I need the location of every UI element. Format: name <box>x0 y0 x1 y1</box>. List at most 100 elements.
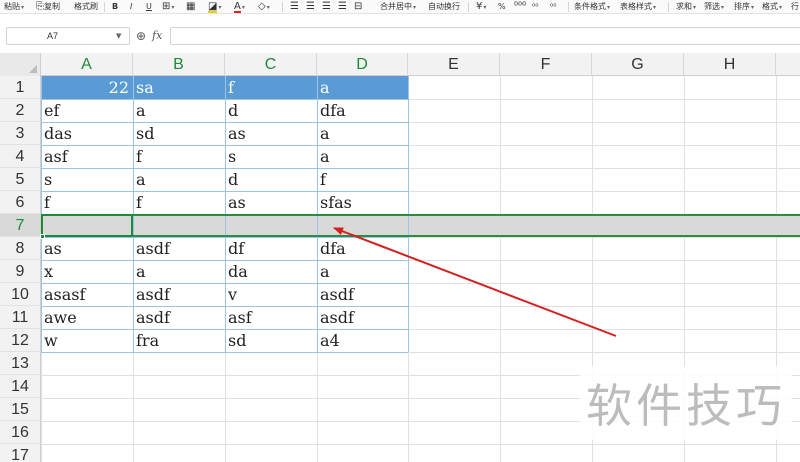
row-header-12[interactable]: 12 <box>0 329 41 352</box>
cell-d11[interactable]: asdf <box>317 306 408 329</box>
percent-button[interactable]: % <box>498 1 506 13</box>
column-header-a[interactable]: A <box>41 53 133 76</box>
font-color-button[interactable]: A▾ <box>234 1 245 13</box>
cell-c5[interactable]: d <box>225 168 317 191</box>
cell-d1[interactable]: a <box>317 76 408 99</box>
thousands-button[interactable]: ⁰⁰⁰ <box>514 1 526 13</box>
filter-button[interactable]: 筛选▾ <box>704 1 724 13</box>
highlight-button[interactable]: ◪▾ <box>208 1 221 13</box>
column-header-d[interactable]: D <box>317 53 408 76</box>
cell-d8[interactable]: dfa <box>317 237 408 260</box>
column-header-b[interactable]: B <box>133 53 225 76</box>
row-header-3[interactable]: 3 <box>0 122 41 145</box>
cell-a3[interactable]: das <box>41 122 133 145</box>
chevron-down-icon[interactable]: ▼ <box>116 27 121 45</box>
fill-color-button[interactable]: ▦ <box>186 1 195 13</box>
cell-c10[interactable]: v <box>225 283 317 306</box>
column-header-g[interactable]: G <box>592 53 684 76</box>
cell-c9[interactable]: da <box>225 260 317 283</box>
paste-button[interactable]: 粘贴▾ <box>4 1 24 13</box>
cell-b3[interactable]: sd <box>133 122 225 145</box>
cell-b5[interactable]: a <box>133 168 225 191</box>
cell-a9[interactable]: x <box>41 260 133 283</box>
cell-c6[interactable]: as <box>225 191 317 214</box>
cell-b8[interactable]: asdf <box>133 237 225 260</box>
cell-c1[interactable]: f <box>225 76 317 99</box>
format-button[interactable]: 格式▾ <box>762 1 782 13</box>
align-left-button[interactable]: ☰ <box>290 1 299 13</box>
decimal-increase-button[interactable]: ⁰⁰ <box>532 1 538 13</box>
cell-d2[interactable]: dfa <box>317 99 408 122</box>
cell-a11[interactable]: awe <box>41 306 133 329</box>
cell-a2[interactable]: ef <box>41 99 133 122</box>
cell-d3[interactable]: a <box>317 122 408 145</box>
active-cell[interactable] <box>41 214 133 237</box>
align-right-button[interactable]: ☰ <box>322 1 331 13</box>
format-painter-button[interactable]: 格式刷 <box>74 1 98 13</box>
row-header-8[interactable]: 8 <box>0 237 41 260</box>
cell-a1[interactable]: 22 <box>41 76 133 99</box>
cell-d12[interactable]: a4 <box>317 329 408 352</box>
column-header-c[interactable]: C <box>225 53 317 76</box>
cell-a5[interactable]: s <box>41 168 133 191</box>
row-header-13[interactable]: 13 <box>0 352 41 375</box>
zoom-icon[interactable]: ⊕ <box>136 27 146 45</box>
decimal-decrease-button[interactable]: ⁰⁰ <box>550 1 556 13</box>
currency-button[interactable]: ¥▾ <box>476 1 486 13</box>
conditional-format-button[interactable]: 条件格式▾ <box>574 1 610 13</box>
row-header-5[interactable]: 5 <box>0 168 41 191</box>
cell-d10[interactable]: asdf <box>317 283 408 306</box>
row-header-17[interactable]: 17 <box>0 444 41 462</box>
cell-c4[interactable]: s <box>225 145 317 168</box>
distributed-button[interactable]: ⊟ <box>354 1 362 13</box>
border-button[interactable]: ⊞▾ <box>162 1 174 13</box>
align-center-button[interactable]: ☰ <box>306 1 315 13</box>
underline-button[interactable]: U <box>146 1 152 13</box>
cell-a4[interactable]: asf <box>41 145 133 168</box>
cell-b12[interactable]: fra <box>133 329 225 352</box>
column-header-h[interactable]: H <box>684 53 776 76</box>
cell-d6[interactable]: sfas <box>317 191 408 214</box>
row-header-6[interactable]: 6 <box>0 191 41 214</box>
column-header-f[interactable]: F <box>500 53 592 76</box>
row-header-16[interactable]: 16 <box>0 421 41 444</box>
cell-b10[interactable]: asdf <box>133 283 225 306</box>
column-header-e[interactable]: E <box>408 53 500 76</box>
cell-d9[interactable]: a <box>317 260 408 283</box>
sum-button[interactable]: 求和▾ <box>676 1 696 13</box>
cell-a8[interactable]: as <box>41 237 133 260</box>
clear-button[interactable]: ◇▾ <box>258 1 270 13</box>
justify-button[interactable]: ☰ <box>338 1 347 13</box>
row-header-4[interactable]: 4 <box>0 145 41 168</box>
italic-button[interactable]: I <box>130 1 132 13</box>
cell-b6[interactable]: f <box>133 191 225 214</box>
cell-c3[interactable]: as <box>225 122 317 145</box>
cell-c2[interactable]: d <box>225 99 317 122</box>
cell-a12[interactable]: w <box>41 329 133 352</box>
cell-b11[interactable]: asdf <box>133 306 225 329</box>
bold-button[interactable]: B <box>112 1 118 13</box>
row-header-7[interactable]: 7 <box>0 214 41 237</box>
formula-input[interactable] <box>170 27 800 45</box>
cell-a10[interactable]: asasf <box>41 283 133 306</box>
row-header-2[interactable]: 2 <box>0 99 41 122</box>
merge-center-button[interactable]: 合并居中▾ <box>380 1 416 13</box>
row-header-9[interactable]: 9 <box>0 260 41 283</box>
fill-handle[interactable] <box>40 234 45 239</box>
select-all-corner[interactable] <box>0 53 41 76</box>
copy-button[interactable]: ⎘复制 <box>36 1 60 13</box>
row-header-15[interactable]: 15 <box>0 398 41 421</box>
cell-c12[interactable]: sd <box>225 329 317 352</box>
rows-columns-button[interactable]: 行 <box>791 1 799 13</box>
row-header-1[interactable]: 1 <box>0 76 41 99</box>
cell-b2[interactable]: a <box>133 99 225 122</box>
sort-button[interactable]: 排序▾ <box>734 1 754 13</box>
row-header-10[interactable]: 10 <box>0 283 41 306</box>
cell-c8[interactable]: df <box>225 237 317 260</box>
cell-b9[interactable]: a <box>133 260 225 283</box>
cell-c11[interactable]: asf <box>225 306 317 329</box>
wrap-text-button[interactable]: 自动换行 <box>428 1 460 13</box>
row-header-11[interactable]: 11 <box>0 306 41 329</box>
cell-b1[interactable]: sa <box>133 76 225 99</box>
cell-d4[interactable]: a <box>317 145 408 168</box>
